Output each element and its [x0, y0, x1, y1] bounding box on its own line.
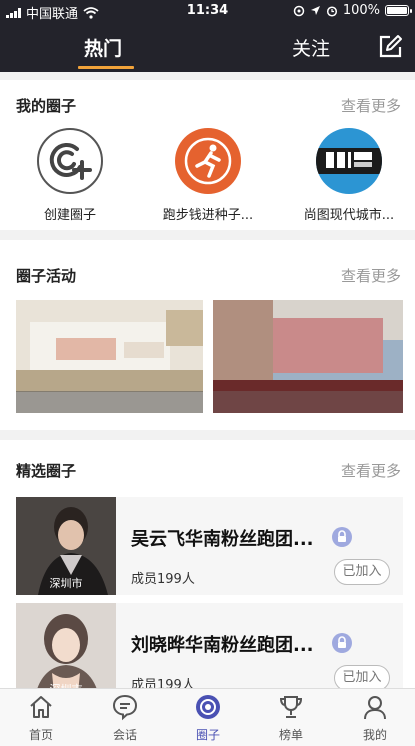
- navigation-arrow-icon: [310, 6, 320, 15]
- circle-label-running: 跑步钱进种子...: [162, 208, 254, 223]
- activity-caption: [213, 391, 403, 413]
- circle-members: 成员199人: [131, 572, 195, 587]
- circle-item-running[interactable]: 跑步钱进种子...: [148, 128, 268, 223]
- battery-icon: [385, 5, 412, 16]
- chat-icon: [112, 694, 138, 721]
- featured-more-link[interactable]: 查看更多: [341, 460, 401, 481]
- shangtu-logo: [316, 128, 382, 194]
- top-header: 中国联通 11:34 100% 热门 关注: [0, 0, 415, 72]
- create-circle-label: 创建圈子: [43, 208, 96, 223]
- edit-icon[interactable]: [377, 34, 403, 60]
- battery-percent: 100%: [342, 3, 380, 18]
- circle-label-shangtu: 尚图现代城市...: [303, 208, 395, 223]
- activities-section: 圈子活动 查看更多: [0, 240, 415, 430]
- activity-card[interactable]: [213, 300, 403, 413]
- tabbar-label-circle: 圈子: [195, 728, 220, 742]
- featured-section: 精选圈子 查看更多 深圳市 吴云飞华南粉丝跑团... 成员199人 已加入 刘晓…: [0, 440, 415, 701]
- my-circles-title: 我的圈子: [16, 97, 77, 115]
- circle-item-shangtu[interactable]: 尚图现代城市...: [289, 128, 409, 223]
- tabbar-label-profile: 我的: [362, 728, 387, 742]
- location-lock-icon: [293, 5, 305, 16]
- bottom-tab-bar: 首页 会话 圈子 榜单 我的: [0, 688, 415, 746]
- activities-title: 圈子活动: [16, 267, 77, 285]
- create-circle-item[interactable]: 创建圈子: [10, 128, 130, 223]
- tabbar-item-home[interactable]: 首页: [11, 693, 71, 743]
- featured-circle-row[interactable]: 深圳市 吴云飞华南粉丝跑团... 成员199人 已加入: [16, 497, 403, 595]
- tab-follow[interactable]: 关注: [292, 34, 330, 61]
- circle-icon: [196, 695, 220, 719]
- circle-cover-image: 深圳市: [16, 603, 116, 701]
- tab-hot[interactable]: 热门: [84, 34, 122, 61]
- home-icon: [30, 696, 52, 718]
- lock-icon: [332, 633, 352, 653]
- tabbar-label-home: 首页: [28, 728, 53, 742]
- circle-name: 刘晓晔华南粉丝跑团...: [131, 635, 314, 656]
- runner-logo: [175, 128, 241, 194]
- my-circles-section: 我的圈子 查看更多 创建圈子 跑步钱进种子... 尚图现代城市...: [0, 80, 415, 230]
- trophy-icon: [279, 696, 303, 718]
- circle-city: 深圳市: [49, 577, 83, 590]
- profile-icon: [364, 696, 386, 720]
- tabbar-item-chat[interactable]: 会话: [95, 693, 155, 743]
- create-circle-icon: [37, 128, 103, 194]
- tabbar-label-chat: 会话: [112, 728, 137, 742]
- header-tabs: 热门 关注: [0, 30, 415, 72]
- activities-more-link[interactable]: 查看更多: [341, 265, 401, 286]
- circle-cover-image: 深圳市: [16, 497, 116, 595]
- circle-name: 吴云飞华南粉丝跑团...: [131, 529, 314, 550]
- active-tab-indicator: [78, 66, 134, 69]
- joined-button[interactable]: 已加入: [334, 559, 390, 585]
- my-circles-more-link[interactable]: 查看更多: [341, 95, 401, 116]
- alarm-icon: [326, 5, 337, 17]
- featured-circle-row[interactable]: 深圳市 刘晓晔华南粉丝跑团... 成员199人 已加入: [16, 603, 403, 701]
- activity-card[interactable]: [16, 300, 203, 413]
- tabbar-item-ranking[interactable]: 榜单: [261, 693, 321, 743]
- status-bar: 中国联通 11:34 100%: [0, 0, 415, 22]
- featured-title: 精选圈子: [16, 462, 77, 480]
- lock-icon: [332, 527, 352, 547]
- activity-caption: [16, 391, 203, 413]
- tabbar-item-circle[interactable]: 圈子: [178, 693, 238, 743]
- tabbar-label-ranking: 榜单: [278, 728, 303, 742]
- tabbar-item-profile[interactable]: 我的: [345, 693, 405, 743]
